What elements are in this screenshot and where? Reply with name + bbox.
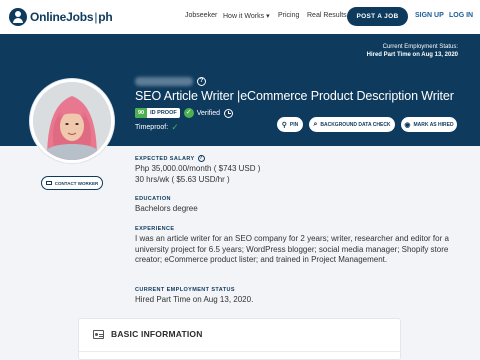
contact-worker-button[interactable]: CONTACT WORKER [41,176,103,190]
education-value: Bachelors degree [135,204,198,213]
pin-label: PIN [289,121,299,128]
job-title: SEO Article Writer |eCommerce Product De… [135,89,454,103]
id-score: 90 [135,108,148,118]
id-card-icon [93,330,104,339]
check-icon: ✓ [183,108,194,118]
section-label: EDUCATION [135,196,171,202]
brand-name: OnlineJobs|ph [30,10,113,24]
mail-icon [45,181,52,185]
worker-name-redacted [135,77,193,86]
basic-information-title: BASIC INFORMATION [111,329,203,339]
basic-information-card: BASIC INFORMATION [78,318,401,360]
mark-as-hired-button[interactable]: ◉ MARK AS HIRED [400,116,458,133]
worker-photo [33,82,111,160]
check-icon: ✓ [171,122,179,132]
status-label: Current Employment Status: [382,44,458,50]
section-label: EXPECTED SALARY ? [135,155,205,162]
worker-photo-illustration [33,82,111,160]
section-label: CURRENT EMPLOYMENT STATUS [135,287,235,293]
background-check-label: BACKGROUND DATA CHECK [320,121,391,128]
education-section: EDUCATION Bachelors degree [135,196,455,215]
experience-section: EXPERIENCE I was an article writer for a… [135,226,455,266]
search-icon: ⌕ [313,120,318,128]
current-employment-section: CURRENT EMPLOYMENT STATUS Hired Part Tim… [135,287,455,306]
contact-worker-label: CONTACT WORKER [54,180,99,186]
verified-label: Verified [196,109,221,117]
help-icon[interactable]: ? [197,155,205,162]
avatar [30,79,114,163]
timeproof-label: Timeproof: [135,124,169,131]
mark-as-hired-label: MARK AS HIRED [413,121,454,128]
nav-real-results[interactable]: Real Results [307,12,347,19]
post-a-job-button[interactable]: POST A JOB [347,7,408,26]
background-check-button[interactable]: ⌕ BACKGROUND DATA CHECK [308,116,396,133]
eye-icon: ◉ [404,121,411,129]
salary-hourly: 30 hrs/wk ( $5.63 USD/hr ) [135,174,230,184]
logo-icon [9,8,27,26]
salary-monthly: Php 35,000.00/month ( $743 USD ) [135,164,261,173]
log-in-link[interactable]: LOG IN [449,12,473,19]
top-nav: OnlineJobs|ph Jobseeker How it Works ▾ P… [0,0,480,34]
section-label: EXPERIENCE [135,226,175,232]
id-proof-label: ID PROOF [150,110,177,116]
expected-salary-section: EXPECTED SALARY ? Php 35,000.00/month ( … [135,155,455,185]
divider [79,351,400,352]
status-value: Hired Part Time on Aug 13, 2020 [366,52,458,58]
brand-logo[interactable]: OnlineJobs|ph [9,8,113,26]
help-icon[interactable]: ? [197,77,206,86]
nav-jobseeker[interactable]: Jobseeker [185,12,217,19]
nav-how-it-works[interactable]: How it Works ▾ [223,12,270,20]
id-proof-badge[interactable]: 90 ID PROOF [135,108,180,118]
salary-values: Php 35,000.00/month ( $743 USD ) 30 hrs/… [135,164,455,185]
experience-value: I was an article writer for an SEO compa… [135,234,449,264]
verification-badges: 90 ID PROOF ✓ Verified [135,108,234,118]
sign-up-link[interactable]: SIGN UP [415,12,444,19]
employment-status-header: Current Employment Status: Hired Part Ti… [367,43,458,59]
chevron-down-icon: ▾ [266,13,270,20]
pin-icon: ⚲ [281,121,287,129]
employment-value: Hired Part Time on Aug 13, 2020. [135,295,254,304]
pin-button[interactable]: ⚲ PIN [276,116,304,133]
clock-icon[interactable] [224,108,234,118]
nav-pricing[interactable]: Pricing [278,12,299,19]
timeproof: Timeproof: ✓ [135,122,179,133]
